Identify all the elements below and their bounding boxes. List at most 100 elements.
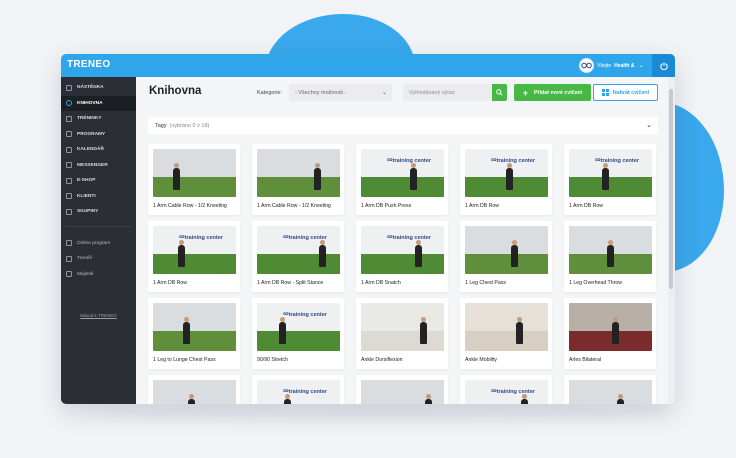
- athlete-figure: [284, 399, 291, 404]
- brand-watermark: ∞training center: [387, 155, 431, 164]
- user-menu[interactable]: Vítejte Health & ⌄: [579, 57, 644, 74]
- exercise-card[interactable]: [356, 375, 448, 404]
- exercise-thumbnail[interactable]: ∞training center: [465, 149, 548, 197]
- exercise-card[interactable]: 1 Arm Cable Row - 1/2 Kneeling: [252, 144, 344, 215]
- sidebar-item-tren-i[interactable]: Trenéři: [61, 251, 136, 267]
- tags-filter[interactable]: Tagy (vybráno 0 z 18) ⌄: [148, 117, 658, 134]
- exercise-card[interactable]: Ankle Mobility: [460, 298, 552, 369]
- search-button[interactable]: [492, 84, 507, 101]
- sidebar-item-n-st-nka[interactable]: Nástěnka: [61, 80, 136, 96]
- exercise-thumbnail[interactable]: [361, 303, 444, 351]
- load-exercise-button[interactable]: Nahrát cvičení: [593, 84, 658, 101]
- sidebar-item-knihovna[interactable]: Knihovna: [61, 95, 136, 111]
- exercise-thumbnail[interactable]: [153, 149, 236, 197]
- athlete-figure: [188, 399, 195, 404]
- exercise-thumbnail[interactable]: [569, 380, 652, 404]
- exercise-card[interactable]: ∞training center 1 Arm DB Row: [460, 144, 552, 215]
- sidebar-item-majitel-[interactable]: Majitelé: [61, 267, 136, 283]
- groups-icon: [66, 208, 72, 215]
- exercise-card[interactable]: ∞training center 1 Arm DB Snatch: [356, 221, 448, 292]
- exercise-card[interactable]: 1 Leg Chest Pass: [460, 221, 552, 292]
- exercise-title[interactable]: Arles Bilateral: [569, 357, 651, 363]
- exercise-title[interactable]: 1 Leg Overhead Throw: [569, 280, 651, 286]
- exercise-title[interactable]: 1 Arm DB Row - Split Stance: [257, 280, 339, 286]
- exercise-title[interactable]: 1 Arm DB Snatch: [361, 280, 443, 286]
- exercise-thumbnail[interactable]: [257, 149, 340, 197]
- athlete-figure: [319, 245, 326, 267]
- add-exercise-button[interactable]: + Přidat nové cvičení: [514, 84, 591, 101]
- exercise-card[interactable]: ∞training center: [252, 375, 344, 404]
- exercise-card[interactable]: [564, 375, 656, 404]
- sidebar-item-messenger[interactable]: Messenger: [61, 158, 136, 174]
- chevron-down-icon: ⌄: [381, 90, 387, 96]
- category-select[interactable]: - Všechny možnosti - ⌄: [289, 84, 392, 101]
- page-title: Knihovna: [149, 85, 202, 97]
- exercise-thumbnail[interactable]: [465, 303, 548, 351]
- exercise-thumbnail[interactable]: [153, 380, 236, 404]
- exercise-thumbnail[interactable]: [569, 226, 652, 274]
- exercise-thumbnail[interactable]: ∞training center: [257, 303, 340, 351]
- exercise-title[interactable]: 1 Arm DB Row: [153, 280, 235, 286]
- sidebar-item-label: Skupiny: [77, 209, 99, 215]
- exercise-card[interactable]: ∞training center 1 Arm DB Row: [148, 221, 240, 292]
- exercise-card[interactable]: [148, 375, 240, 404]
- athlete-figure: [516, 322, 523, 344]
- sidebar-item-tr-ninky[interactable]: Tréninky: [61, 111, 136, 127]
- exercise-title[interactable]: 1 Leg to Lunge Chest Pass: [153, 357, 235, 363]
- exercise-title[interactable]: Ankle Mobility: [465, 357, 547, 363]
- exercise-thumbnail[interactable]: [153, 303, 236, 351]
- exercise-card[interactable]: ∞training center 90/90 Stretch: [252, 298, 344, 369]
- exercise-thumbnail[interactable]: ∞training center: [361, 149, 444, 197]
- exercise-thumbnail[interactable]: ∞training center: [257, 226, 340, 274]
- exercise-title[interactable]: 1 Arm Cable Row - 1/2 Kneeling: [257, 203, 339, 209]
- exercise-grid: 1 Arm Cable Row - 1/2 Kneeling 1 Arm Cabl…: [148, 144, 658, 404]
- exercise-card[interactable]: ∞training center 1 Arm DB Push Press: [356, 144, 448, 215]
- exercise-title[interactable]: 1 Arm DB Push Press: [361, 203, 443, 209]
- scrollbar[interactable]: [668, 77, 675, 404]
- brand-logo-icon: [581, 62, 592, 69]
- exercise-thumbnail[interactable]: ∞training center: [569, 149, 652, 197]
- exercise-thumbnail[interactable]: ∞training center: [361, 226, 444, 274]
- exercise-card[interactable]: ∞training center 1 Arm DB Row - Split Sta…: [252, 221, 344, 292]
- exercise-card[interactable]: 1 Arm Cable Row - 1/2 Kneeling: [148, 144, 240, 215]
- exercise-title[interactable]: 1 Leg Chest Pass: [465, 280, 547, 286]
- add-exercise-label: Přidat nové cvičení: [533, 89, 583, 96]
- exercise-title[interactable]: 1 Arm Cable Row - 1/2 Kneeling: [153, 203, 235, 209]
- exercise-thumbnail[interactable]: ∞training center: [465, 380, 548, 404]
- exercise-thumbnail[interactable]: [569, 303, 652, 351]
- exercise-card[interactable]: Ankle Dorsiflexion: [356, 298, 448, 369]
- sidebar-item-e-shop[interactable]: E-shop: [61, 173, 136, 189]
- sidebar-item-klienti[interactable]: Klienti: [61, 189, 136, 205]
- exercise-card[interactable]: 1 Leg Overhead Throw: [564, 221, 656, 292]
- sidebar: Nástěnka Knihovna Tréninky Programy Kalendář…: [61, 77, 136, 404]
- exercise-card[interactable]: ∞training center 1 Arm DB Row: [564, 144, 656, 215]
- logout-button[interactable]: [652, 54, 675, 77]
- exercise-thumbnail[interactable]: ∞training center: [153, 226, 236, 274]
- exercise-card[interactable]: ∞training center: [460, 375, 552, 404]
- sidebar-item-programy[interactable]: Programy: [61, 127, 136, 143]
- exercise-card[interactable]: 1 Leg to Lunge Chest Pass: [148, 298, 240, 369]
- exercise-thumbnail[interactable]: [465, 226, 548, 274]
- sidebar-nav: Nástěnka Knihovna Tréninky Programy Kalendář…: [61, 77, 136, 220]
- calendar-icon: [66, 146, 72, 153]
- sidebar-item-skupiny[interactable]: Skupiny: [61, 204, 136, 220]
- programs-icon: [66, 131, 72, 138]
- sidebar-item-label: Trenéři: [77, 256, 93, 262]
- exercise-thumbnail[interactable]: ∞training center: [257, 380, 340, 404]
- exercise-title[interactable]: 1 Arm DB Row: [569, 203, 651, 209]
- exercise-title[interactable]: 90/90 Stretch: [257, 357, 339, 363]
- exercise-card[interactable]: Arles Bilateral: [564, 298, 656, 369]
- guide-link[interactable]: Návod k TRENEO: [61, 313, 136, 318]
- exercise-thumbnail[interactable]: [361, 380, 444, 404]
- scrollbar-thumb[interactable]: [669, 89, 673, 289]
- sidebar-item-kalend-[interactable]: Kalendář: [61, 142, 136, 158]
- user-name: Health &: [614, 62, 635, 69]
- search-input[interactable]: [403, 84, 492, 101]
- sidebar-item-online-program[interactable]: Online program: [61, 236, 136, 252]
- sidebar-item-label: E-shop: [77, 178, 96, 184]
- app-logo[interactable]: TRENEO: [67, 59, 110, 70]
- exercise-title[interactable]: Ankle Dorsiflexion: [361, 357, 443, 363]
- exercise-title[interactable]: 1 Arm DB Row: [465, 203, 547, 209]
- load-exercise-label: Nahrát cvičení: [612, 89, 650, 96]
- athlete-figure: [617, 399, 624, 404]
